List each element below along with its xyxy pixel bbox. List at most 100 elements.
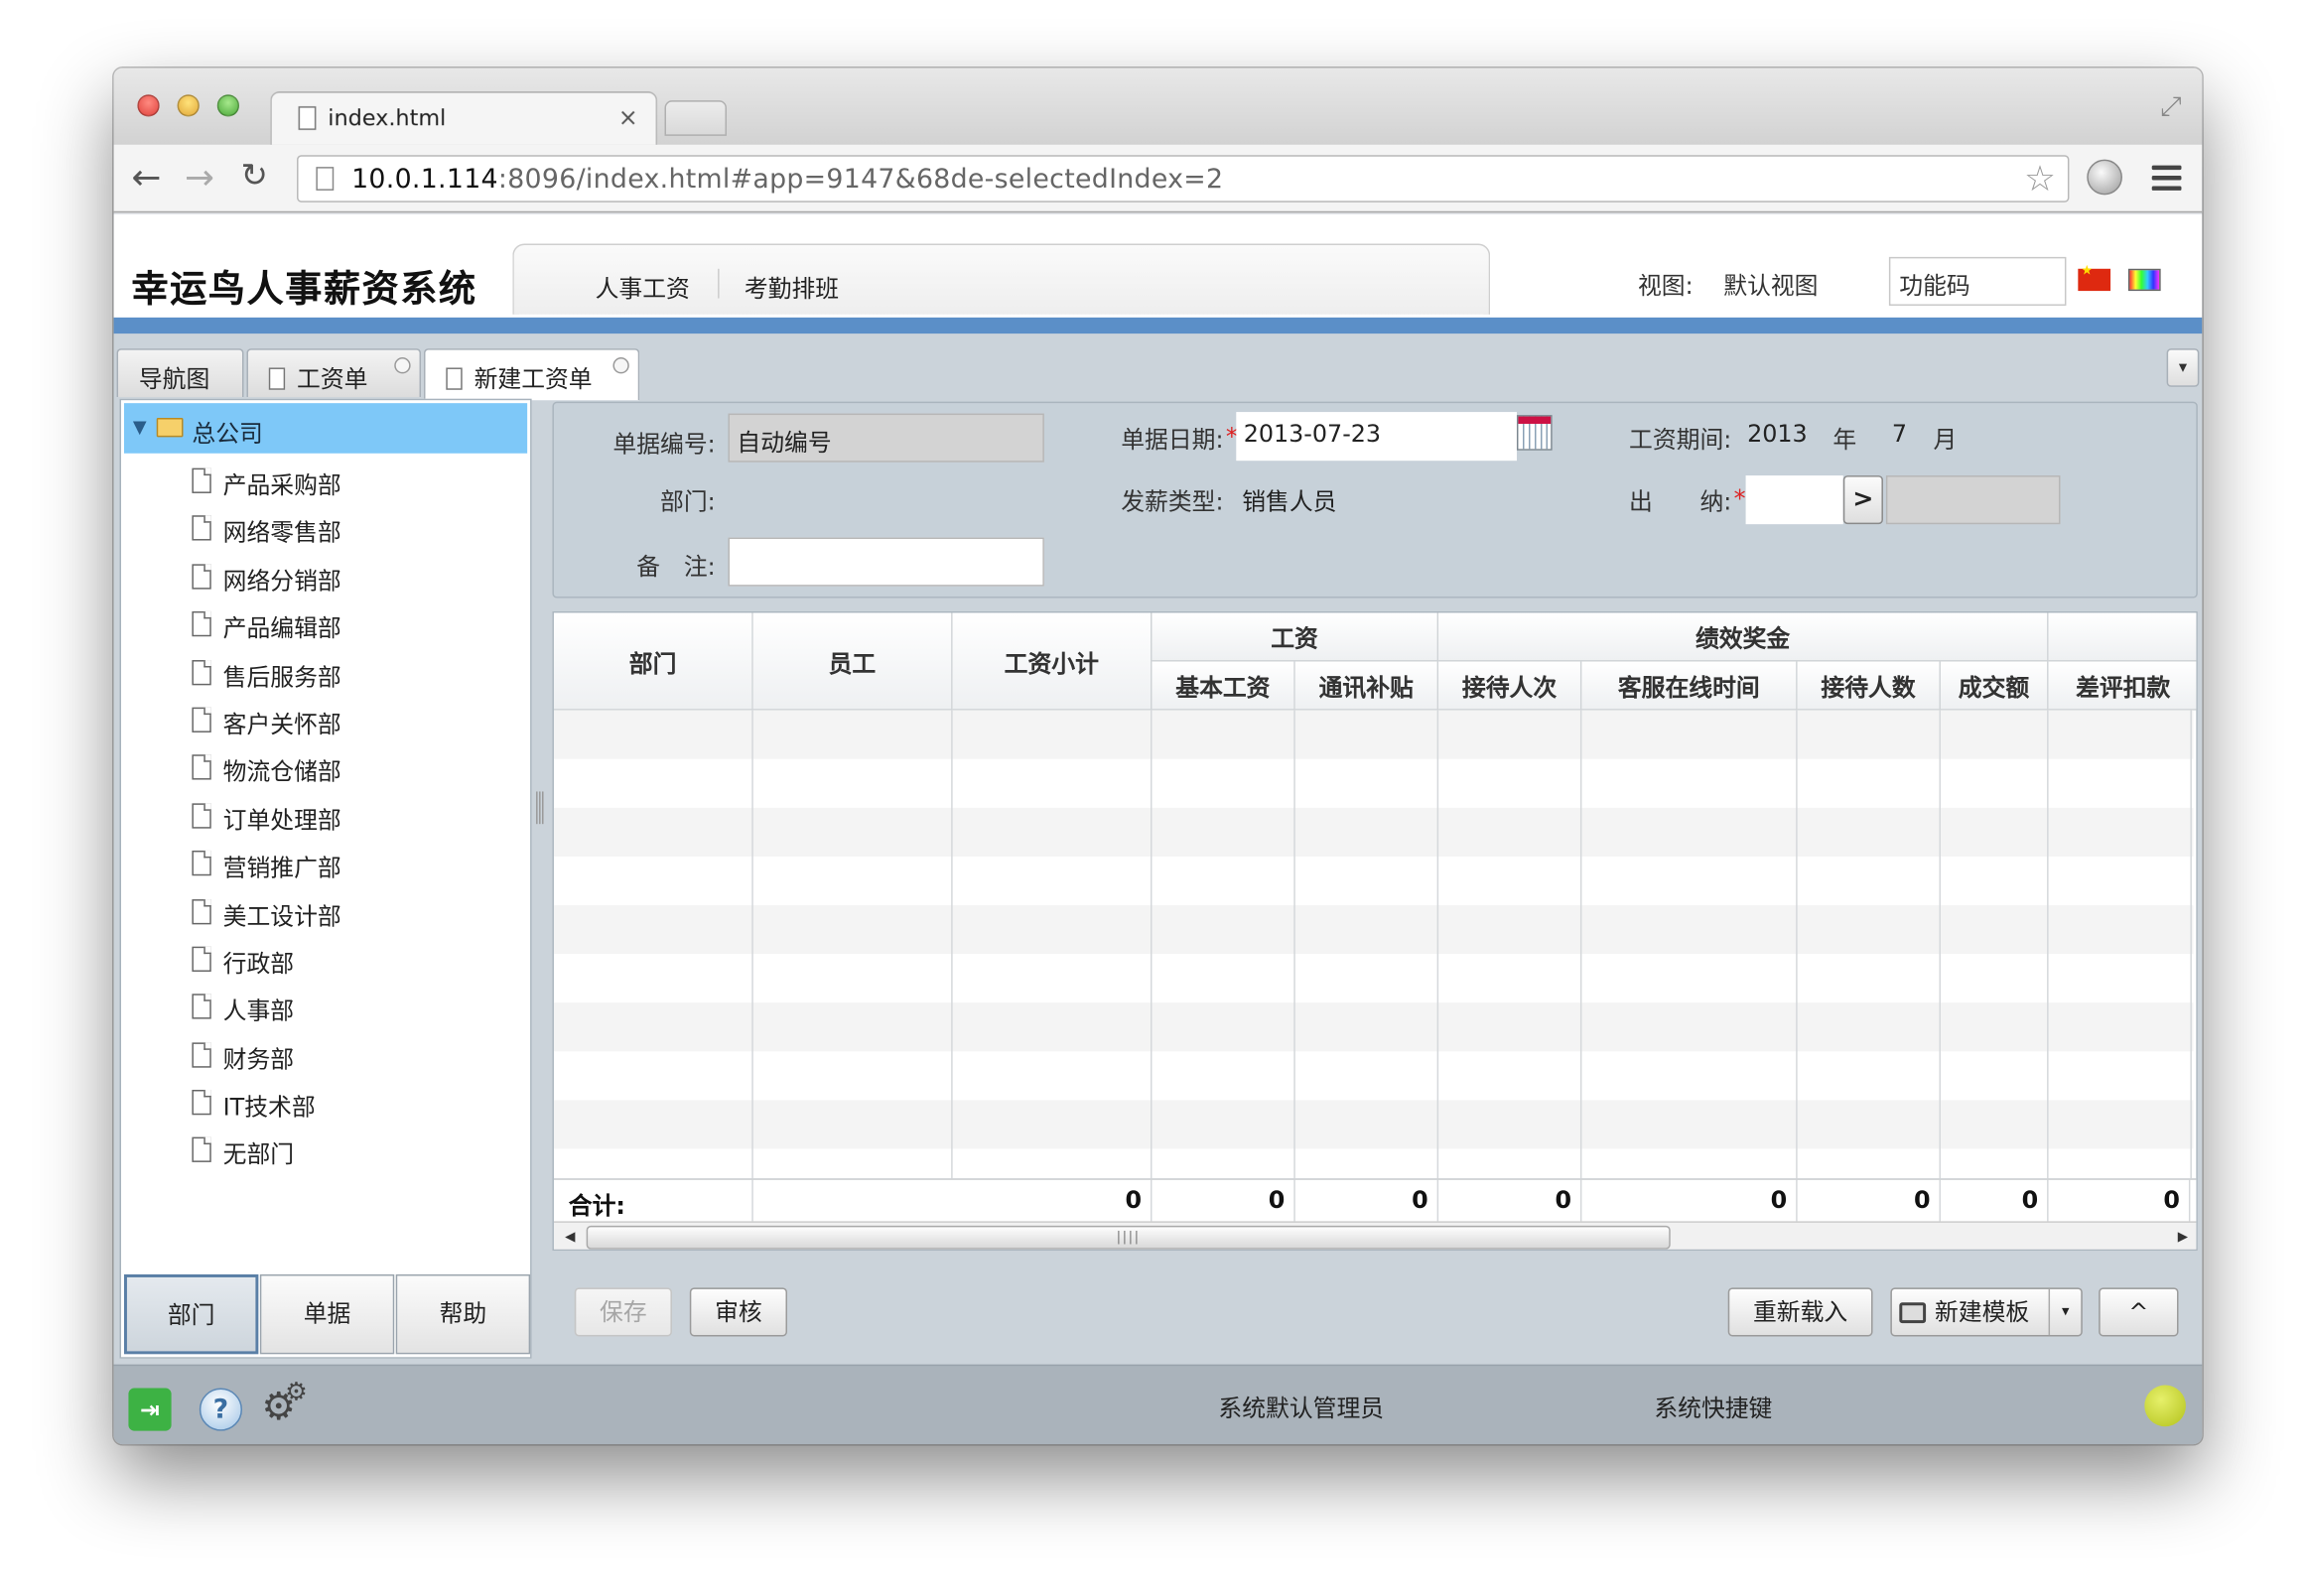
horizontal-scrollbar[interactable]: ◀ |||| ▶ bbox=[553, 1221, 2197, 1250]
close-tab-icon[interactable]: × bbox=[618, 103, 638, 131]
new-template-button[interactable]: 新建模板 ▾ bbox=[1890, 1287, 2083, 1337]
tabs-dropdown-button[interactable]: ▾ bbox=[2166, 348, 2200, 387]
view-selector[interactable]: 默认视图 bbox=[1723, 266, 1818, 302]
table-row[interactable] bbox=[553, 1100, 2194, 1149]
tree-item-department[interactable]: 客户关怀部 bbox=[121, 696, 530, 743]
tree-item-department[interactable]: 产品采购部 bbox=[121, 457, 530, 504]
forward-icon[interactable]: → bbox=[185, 157, 214, 199]
table-row[interactable] bbox=[554, 759, 2193, 808]
column-header-phone-allowance[interactable]: 通讯补贴 bbox=[1294, 661, 1439, 711]
tree-item-department[interactable]: 网络零售部 bbox=[121, 504, 530, 552]
tree-item-department[interactable]: 财务部 bbox=[121, 1030, 530, 1078]
column-header-online-time[interactable]: 客服在线时间 bbox=[1581, 661, 1798, 711]
settings-gear-icon[interactable]: ⚙ ⚙ bbox=[261, 1378, 307, 1429]
module-tabs: 人事工资 考勤排班 bbox=[512, 243, 1491, 315]
tree-item-department[interactable]: 人事部 bbox=[121, 983, 530, 1030]
close-window-button[interactable] bbox=[137, 94, 160, 117]
tree-item-department[interactable]: 美工设计部 bbox=[121, 886, 530, 934]
table-row[interactable] bbox=[554, 954, 2193, 1002]
close-tab-icon[interactable] bbox=[612, 357, 629, 374]
tree-item-department[interactable]: 营销推广部 bbox=[121, 839, 530, 886]
browser-menu-icon[interactable] bbox=[2151, 165, 2182, 197]
expand-arrow-icon[interactable]: ▼ bbox=[133, 417, 147, 438]
back-icon[interactable]: ← bbox=[131, 157, 161, 199]
reload-icon[interactable]: ↻ bbox=[241, 157, 268, 199]
document-icon bbox=[192, 1090, 211, 1116]
tree-item-department[interactable]: 产品编辑部 bbox=[121, 599, 530, 647]
tree-root[interactable]: ▼ 总公司 bbox=[123, 403, 528, 454]
help-icon[interactable]: ? bbox=[199, 1388, 242, 1431]
current-user[interactable]: 系统默认管理员 bbox=[1218, 1389, 1384, 1424]
table-row[interactable] bbox=[554, 1149, 2193, 1179]
column-header-department[interactable]: 部门 bbox=[553, 612, 753, 711]
column-header-base-salary[interactable]: 基本工资 bbox=[1152, 661, 1295, 711]
column-header-employee[interactable]: 员工 bbox=[752, 612, 953, 711]
tab-navigation-map[interactable]: 导航图 bbox=[116, 348, 244, 398]
tree-item-department[interactable]: 售后服务部 bbox=[121, 647, 530, 695]
column-header-reception-count[interactable]: 接待人次 bbox=[1438, 661, 1582, 711]
china-flag-icon[interactable] bbox=[2078, 264, 2111, 292]
tree-item-department[interactable]: IT技术部 bbox=[121, 1078, 530, 1126]
browser-tab[interactable]: index.html × bbox=[270, 91, 658, 145]
document-button[interactable]: 单据 bbox=[259, 1273, 395, 1355]
tree-item-department[interactable]: 无部门 bbox=[121, 1126, 530, 1173]
table-row[interactable] bbox=[553, 710, 2194, 759]
document-icon bbox=[192, 707, 211, 732]
theme-palette-icon[interactable] bbox=[2127, 268, 2161, 292]
minimize-window-button[interactable] bbox=[177, 94, 200, 117]
bookmark-star-icon[interactable]: ☆ bbox=[2024, 158, 2056, 200]
department-button[interactable]: 部门 bbox=[123, 1273, 259, 1355]
save-button[interactable]: 保存 bbox=[574, 1287, 672, 1337]
cashier-input[interactable] bbox=[1745, 475, 1843, 525]
help-button[interactable]: 帮助 bbox=[395, 1273, 531, 1355]
document-icon bbox=[192, 754, 211, 781]
function-code-input[interactable]: 功能码 bbox=[1888, 256, 2067, 306]
table-row[interactable] bbox=[553, 1002, 2194, 1052]
new-tab-button[interactable] bbox=[664, 100, 727, 136]
collapse-button[interactable]: ^ bbox=[2099, 1287, 2179, 1337]
tree-item-department[interactable]: 物流仓储部 bbox=[121, 743, 530, 791]
column-header-visitors[interactable]: 接待人数 bbox=[1797, 661, 1941, 711]
pay-period-month[interactable]: 7 bbox=[1892, 420, 1907, 448]
column-header-bad-review-deduction[interactable]: 差评扣款 bbox=[2048, 661, 2197, 711]
zoom-window-button[interactable] bbox=[216, 94, 240, 117]
logout-icon[interactable]: ⇥ bbox=[128, 1388, 172, 1431]
pay-period-year[interactable]: 2013 bbox=[1747, 420, 1808, 448]
table-row[interactable] bbox=[553, 905, 2194, 955]
remark-label-1: 备 bbox=[636, 552, 661, 581]
audit-button[interactable]: 审核 bbox=[689, 1287, 787, 1337]
doc-date-input[interactable]: 2013-07-23 bbox=[1236, 412, 1517, 462]
module-tab-attendance[interactable]: 考勤排班 bbox=[745, 269, 839, 305]
tab-payroll-list[interactable]: 工资单 bbox=[246, 348, 422, 398]
close-tab-icon[interactable] bbox=[394, 357, 411, 374]
tab-label: 导航图 bbox=[138, 364, 210, 393]
tree-item-department[interactable]: 订单处理部 bbox=[121, 791, 530, 839]
scroll-right-arrow-icon[interactable]: ▶ bbox=[2170, 1226, 2197, 1250]
pay-period-label: 工资期间: bbox=[1629, 425, 1732, 454]
pay-type-value[interactable]: 销售人员 bbox=[1242, 481, 1336, 517]
tab-new-payroll[interactable]: 新建工资单 bbox=[423, 348, 640, 401]
remark-input[interactable] bbox=[728, 537, 1044, 587]
shortcuts-link[interactable]: 系统快捷键 bbox=[1654, 1389, 1772, 1424]
cashier-picker-button[interactable]: > bbox=[1842, 475, 1883, 525]
column-header-salary-subtotal[interactable]: 工资小计 bbox=[952, 612, 1153, 711]
scrollbar-thumb[interactable]: |||| bbox=[586, 1225, 1671, 1250]
template-dropdown-icon[interactable]: ▾ bbox=[2048, 1288, 2082, 1335]
table-row[interactable] bbox=[554, 857, 2193, 905]
browser-toolbar: ← → ↻ 10.0.1.114:8096/index.html#app=914… bbox=[113, 144, 2203, 213]
globe-icon[interactable] bbox=[2087, 159, 2122, 196]
document-icon bbox=[192, 1137, 211, 1163]
module-tab-hr-payroll[interactable]: 人事工资 bbox=[596, 269, 690, 305]
table-row[interactable] bbox=[553, 807, 2194, 857]
column-header-turnover[interactable]: 成交额 bbox=[1940, 661, 2049, 711]
grid-divider bbox=[2190, 710, 2192, 1179]
table-row[interactable] bbox=[554, 1051, 2193, 1100]
reload-button[interactable]: 重新载入 bbox=[1727, 1287, 1873, 1337]
scroll-left-arrow-icon[interactable]: ◀ bbox=[557, 1226, 584, 1250]
address-bar[interactable]: 10.0.1.114:8096/index.html#app=9147&68de… bbox=[297, 155, 2070, 202]
fullscreen-icon[interactable]: ⤢ bbox=[2160, 91, 2181, 122]
tree-item-department[interactable]: 网络分销部 bbox=[121, 552, 530, 599]
tree-item-department[interactable]: 行政部 bbox=[121, 935, 530, 983]
calendar-icon[interactable] bbox=[1516, 415, 1553, 451]
panel-splitter[interactable] bbox=[536, 791, 548, 830]
